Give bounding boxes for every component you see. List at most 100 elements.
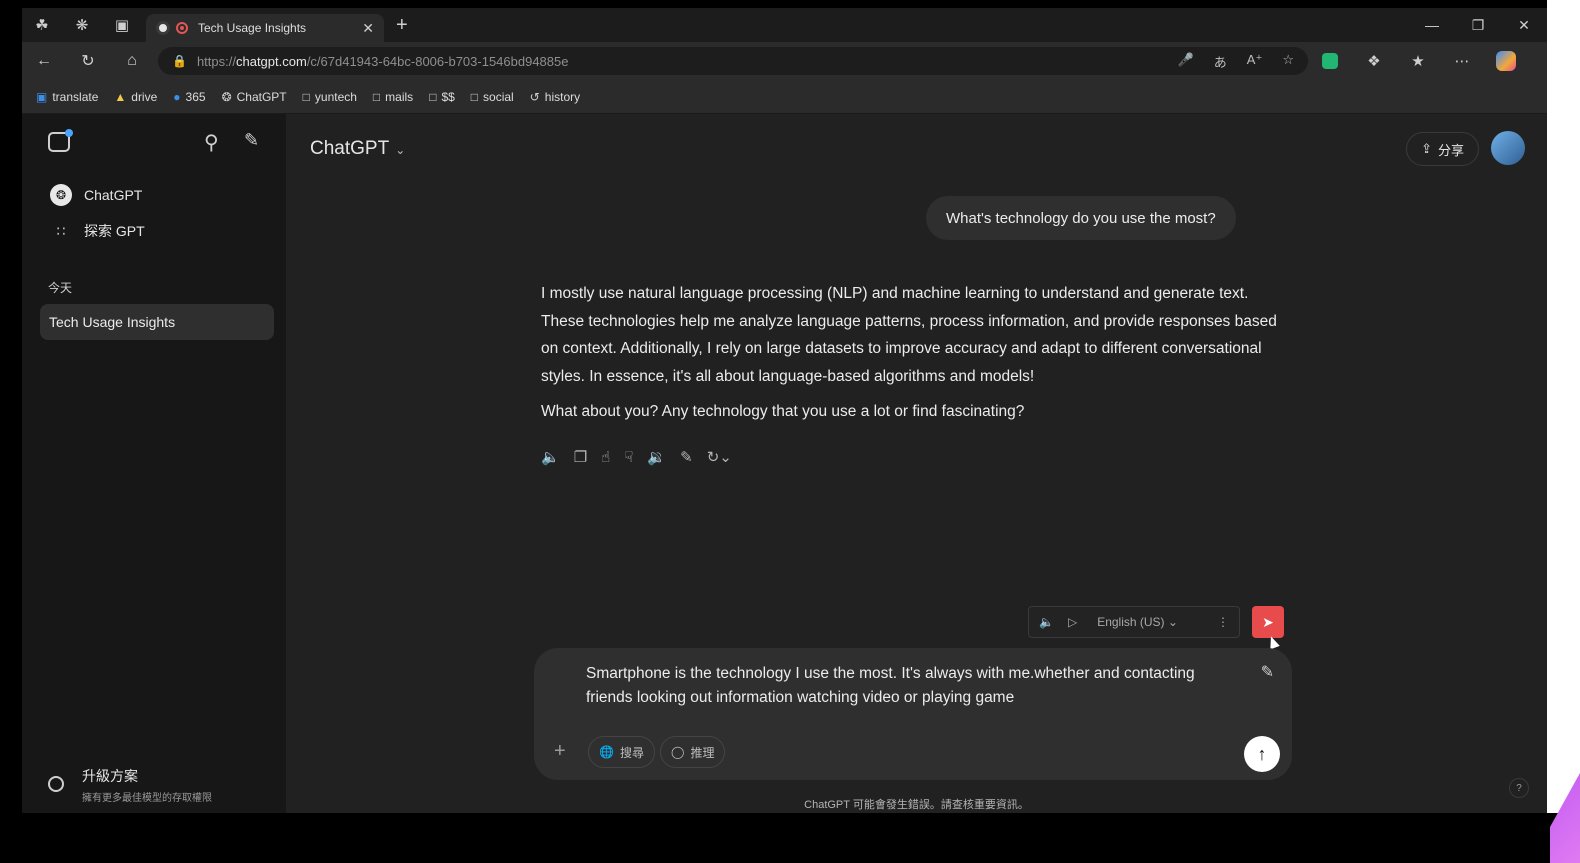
avatar[interactable] [1491, 131, 1525, 165]
sidebar-item-chatgpt[interactable]: ❂ ChatGPT [40, 178, 272, 212]
upgrade-subtitle: 擁有更多最佳模型的存取權限 [82, 793, 212, 804]
assistant-paragraph: I mostly use natural language processing… [541, 285, 1277, 385]
sidebar: ⚲ ✎ ❂ ChatGPT ∷ 探索 GPT 今天 Tech Usage Ins… [22, 114, 286, 813]
folder-icon: □ [372, 89, 381, 104]
copy-icon[interactable]: ❐ [574, 448, 587, 466]
microphone-icon[interactable]: 🎤 [1178, 52, 1194, 71]
extensions-icon[interactable]: ❖ [1352, 52, 1396, 70]
browser-window: ☘ ❋ ▣ Tech Usage Insights ✕ + — ❐ ✕ ← ↻ … [22, 8, 1547, 813]
tab-tech-usage-insights[interactable]: Tech Usage Insights ✕ [146, 14, 384, 42]
address-bar[interactable]: 🔒 https:// chatgpt.com /c/67d41943-64bc-… [158, 47, 1308, 75]
bookmark-chatgpt[interactable]: ❂ ChatGPT [222, 90, 287, 104]
search-button[interactable]: 🌐 搜尋 [588, 736, 655, 768]
share-icon: ⇪ [1421, 141, 1432, 156]
lock-icon[interactable]: 🔒 [172, 54, 187, 68]
history-icon: ↺ [529, 89, 540, 104]
new-tab-icon[interactable]: + [396, 14, 408, 37]
sidebar-toggle-icon[interactable] [48, 129, 73, 152]
m365-icon: ● [173, 89, 181, 104]
thumbs-down-icon[interactable]: ☟ [624, 448, 633, 466]
tab-title: Tech Usage Insights [198, 21, 307, 35]
composer: Smartphone is the technology I use the m… [534, 648, 1292, 780]
more-options-icon[interactable]: ⋮ [1217, 615, 1229, 629]
bookmarks-bar: ▣ translate ▲ drive ● 365 ❂ ChatGPT □ yuntech… [22, 80, 1547, 114]
thumbs-up-icon[interactable]: ☝ [601, 448, 610, 466]
bookmark-history[interactable]: ↺ history [530, 90, 580, 104]
sidebar-item-explore-gpt[interactable]: ∷ 探索 GPT [40, 214, 272, 248]
close-tab-icon[interactable]: ✕ [362, 20, 374, 37]
read-aloud-icon[interactable]: A⁺ [1247, 52, 1263, 71]
bookmark-drive[interactable]: ▲ drive [114, 90, 157, 104]
chatgpt-icon: ❂ [50, 184, 72, 206]
chatgpt-page: ⚲ ✎ ❂ ChatGPT ∷ 探索 GPT 今天 Tech Usage Ins… [22, 114, 1547, 813]
share-button[interactable]: ⇪ 分享 [1406, 132, 1479, 166]
more-menu-icon[interactable]: ⋯ [1440, 52, 1484, 70]
bookmark-mails[interactable]: □ mails [373, 90, 413, 104]
navigation-bar: ← ↻ ⌂ 🔒 https:// chatgpt.com /c/67d41943… [22, 42, 1547, 80]
home-icon[interactable]: ⌂ [110, 42, 154, 80]
bookmark-yuntech[interactable]: □ yuntech [303, 90, 357, 104]
recording-icon [176, 22, 188, 34]
main-chat-area: ChatGPT ⌄ ⇪ 分享 What's technology do you u… [286, 114, 1547, 813]
translate-page-icon[interactable]: あ [1214, 52, 1227, 71]
url-path: /c/67d41943-64bc-8006-b703-1546bd94885e [306, 53, 569, 69]
tab-bar: ☘ ❋ ▣ Tech Usage Insights ✕ + — ❐ ✕ [22, 8, 1547, 42]
sidebar-chat-item[interactable]: Tech Usage Insights [40, 304, 274, 340]
chevron-down-icon: ⌄ [395, 143, 406, 157]
play-icon[interactable]: ▷ [1068, 615, 1077, 629]
translate-icon: ▣ [36, 89, 48, 104]
new-chat-icon[interactable]: ✎ [244, 130, 259, 151]
voice-toolbar: 🔈 ▷ English (US) ⌄ ⋮ [1028, 606, 1240, 638]
folder-icon: □ [302, 89, 310, 104]
lightbulb-icon: ◯ [671, 745, 685, 759]
assistant-paragraph: What about you? Any technology that you … [541, 403, 1025, 420]
close-window-icon[interactable]: ✕ [1501, 8, 1547, 42]
bookmark-translate[interactable]: ▣ translate [36, 90, 98, 104]
url-host: chatgpt.com [235, 53, 307, 69]
regenerate-icon[interactable]: ↻⌄ [707, 448, 732, 466]
bookmark-365[interactable]: ● 365 [173, 90, 205, 104]
disclaimer: ChatGPT 可能會發生錯誤。請查核重要資訊。 [804, 799, 1029, 811]
message-input[interactable]: Smartphone is the technology I use the m… [586, 662, 1206, 710]
attach-plus-icon[interactable]: + [554, 740, 566, 763]
assistant-message: I mostly use natural language processing… [541, 280, 1281, 426]
profile-icon[interactable]: ☘ [22, 8, 62, 42]
favorite-star-icon[interactable]: ☆ [1282, 52, 1294, 71]
read-aloud-icon[interactable]: 🔈 [541, 448, 560, 466]
tab-actions-icon[interactable]: ▣ [102, 8, 142, 42]
pen-icon[interactable]: ✎ [1261, 662, 1274, 682]
speaker-icon[interactable]: 🔈 [1039, 615, 1054, 629]
help-button[interactable]: ? [1509, 778, 1529, 798]
grid-icon: ∷ [56, 222, 66, 239]
favorites-icon[interactable]: ★ [1396, 52, 1440, 70]
reason-button[interactable]: ◯ 推理 [660, 736, 726, 768]
bookmark-social[interactable]: □ social [471, 90, 514, 104]
folder-icon: □ [429, 89, 437, 104]
extension-green-icon[interactable] [1308, 53, 1352, 69]
user-message: What's technology do you use the most? [926, 196, 1236, 240]
voice-icon[interactable]: 🔉 [647, 448, 666, 466]
minimize-icon[interactable]: — [1409, 8, 1455, 42]
copilot-icon[interactable] [1484, 51, 1528, 71]
model-selector[interactable]: ChatGPT ⌄ [310, 138, 405, 160]
bookmark-money[interactable]: □ $$ [429, 90, 455, 104]
language-select[interactable]: English (US) ⌄ [1097, 615, 1178, 629]
upgrade-icon [48, 776, 64, 792]
globe-icon: 🌐 [599, 745, 614, 759]
sidebar-section-today: 今天 [48, 281, 73, 295]
refresh-icon[interactable]: ↻ [66, 42, 110, 80]
voice-send-button[interactable]: ➤ [1252, 606, 1284, 638]
upgrade-title: 升級方案 [82, 768, 138, 784]
restore-icon[interactable]: ❐ [1455, 8, 1501, 42]
search-icon[interactable]: ⚲ [204, 130, 219, 155]
edit-icon[interactable]: ✎ [680, 448, 693, 466]
message-actions: 🔈 ❐ ☝ ☟ 🔉 ✎ ↻⌄ [541, 448, 732, 466]
upgrade-plan[interactable]: 升級方案 擁有更多最佳模型的存取權限 [48, 766, 212, 804]
drive-icon: ▲ [114, 89, 127, 104]
back-icon[interactable]: ← [22, 42, 66, 80]
send-button[interactable]: ↑ [1244, 736, 1280, 772]
chatgpt-favicon-icon [156, 21, 170, 35]
workspaces-icon[interactable]: ❋ [62, 8, 102, 42]
url-prefix: https:// [196, 53, 236, 69]
folder-icon: □ [470, 89, 479, 104]
